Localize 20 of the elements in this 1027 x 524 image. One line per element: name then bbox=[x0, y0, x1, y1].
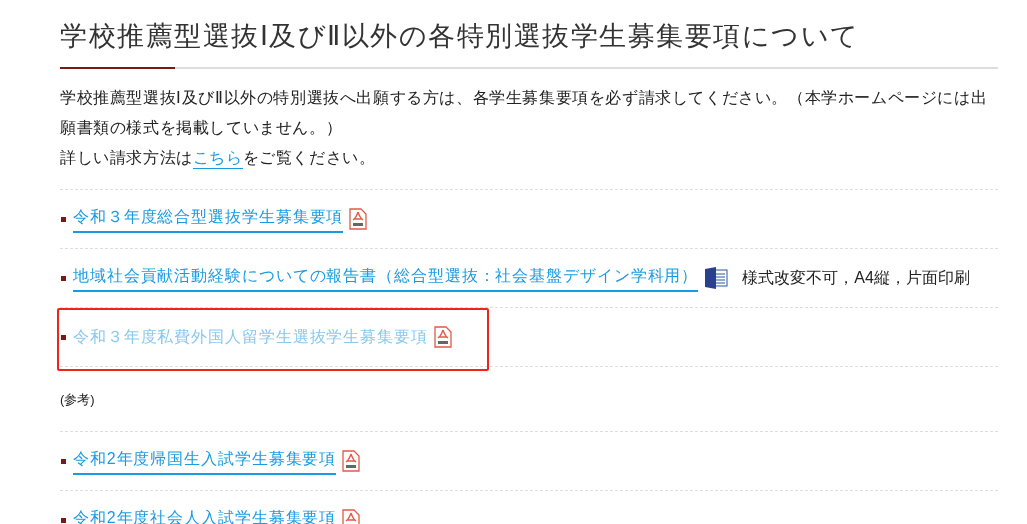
reference-label: (参考) bbox=[60, 392, 95, 407]
bullet bbox=[61, 458, 66, 464]
intro-paragraph: 学校推薦型選抜Ⅰ及びⅡ以外の特別選抜へ出願する方は、各学生募集要項を必ず請求してください。（本学ホームページには出願書類の様式を掲載していません。） bbox=[60, 88, 989, 138]
bullet bbox=[61, 334, 66, 340]
bullet bbox=[61, 275, 66, 281]
bullet bbox=[61, 216, 66, 222]
document-link[interactable]: 令和３年度総合型選抜学生募集要項 bbox=[73, 205, 344, 233]
format-note: 様式改変不可，A4縦，片面印刷 bbox=[742, 268, 970, 288]
bullet bbox=[61, 517, 66, 523]
pdf-file-icon bbox=[342, 509, 361, 524]
document-link[interactable]: 令和３年度私費外国人留学生選抜学生募集要項 bbox=[73, 326, 428, 348]
request-link[interactable]: こちら bbox=[192, 149, 243, 169]
request-instruction: 詳しい請求方法は こちら をご覧ください。 bbox=[60, 143, 376, 173]
document-link[interactable]: 令和2年度帰国生入試学生募集要項 bbox=[73, 447, 337, 475]
page-title: 学校推薦型選抜Ⅰ及びⅡ以外の各特別選抜学生募集要項について bbox=[60, 20, 860, 53]
pdf-file-icon bbox=[349, 208, 368, 230]
document-link[interactable]: 地域社会貢献活動経験についての報告書（総合型選抜：社会基盤デザイン学科用） bbox=[73, 264, 699, 292]
pdf-file-icon bbox=[433, 326, 452, 348]
word-document-icon bbox=[704, 267, 729, 289]
pdf-file-icon bbox=[342, 450, 361, 472]
